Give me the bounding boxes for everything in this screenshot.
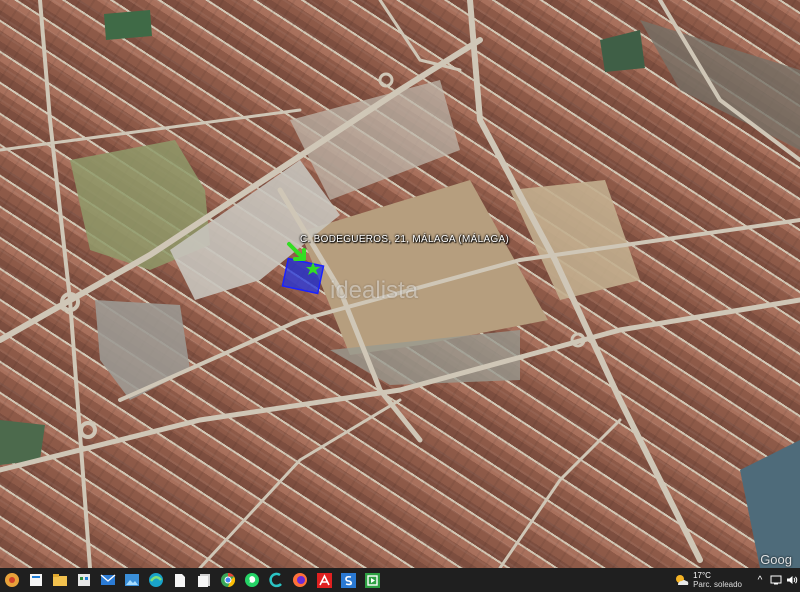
edge-icon[interactable] — [144, 568, 168, 592]
mail-icon[interactable] — [96, 568, 120, 592]
windows-start-icon[interactable] — [0, 568, 24, 592]
store-icon[interactable] — [72, 568, 96, 592]
app-s-icon[interactable] — [336, 568, 360, 592]
taskbar: 17°C Parc. soleado ^ — [0, 568, 800, 592]
sports-field — [104, 10, 152, 40]
photos-icon[interactable] — [120, 568, 144, 592]
network-icon[interactable] — [768, 568, 784, 592]
acrobat-icon[interactable] — [312, 568, 336, 592]
address-label: C. BODEGUEROS, 21, MÁLAGA (MÁLAGA) — [300, 234, 510, 245]
files-icon[interactable] — [192, 568, 216, 592]
system-tray: 17°C Parc. soleado ^ — [675, 568, 800, 592]
chevron-up-icon[interactable]: ^ — [752, 568, 768, 592]
whatsapp-icon[interactable] — [240, 568, 264, 592]
file-explorer-icon[interactable] — [48, 568, 72, 592]
sea — [740, 440, 800, 568]
app-green-icon[interactable] — [360, 568, 384, 592]
rail-yard — [640, 20, 800, 150]
construction-site — [510, 180, 640, 300]
search-icon[interactable] — [24, 568, 48, 592]
document-icon[interactable] — [168, 568, 192, 592]
weather-description: Parc. soleado — [693, 580, 742, 589]
cortana-icon[interactable] — [264, 568, 288, 592]
volume-icon[interactable] — [784, 568, 800, 592]
satellite-map[interactable]: C. BODEGUEROS, 21, MÁLAGA (MÁLAGA) ideal… — [0, 0, 800, 568]
watermark: idealista — [330, 277, 419, 304]
bus-depot — [95, 300, 190, 400]
weather-widget[interactable]: 17°C Parc. soleado — [675, 571, 742, 589]
chrome-icon[interactable] — [216, 568, 240, 592]
firefox-icon[interactable] — [288, 568, 312, 592]
map-provider-logo: Goog — [760, 552, 792, 567]
vacant-lot — [300, 180, 548, 355]
sun-cloud-icon — [676, 575, 689, 585]
weather-temperature: 17°C — [693, 571, 711, 580]
sports-field — [600, 30, 645, 72]
